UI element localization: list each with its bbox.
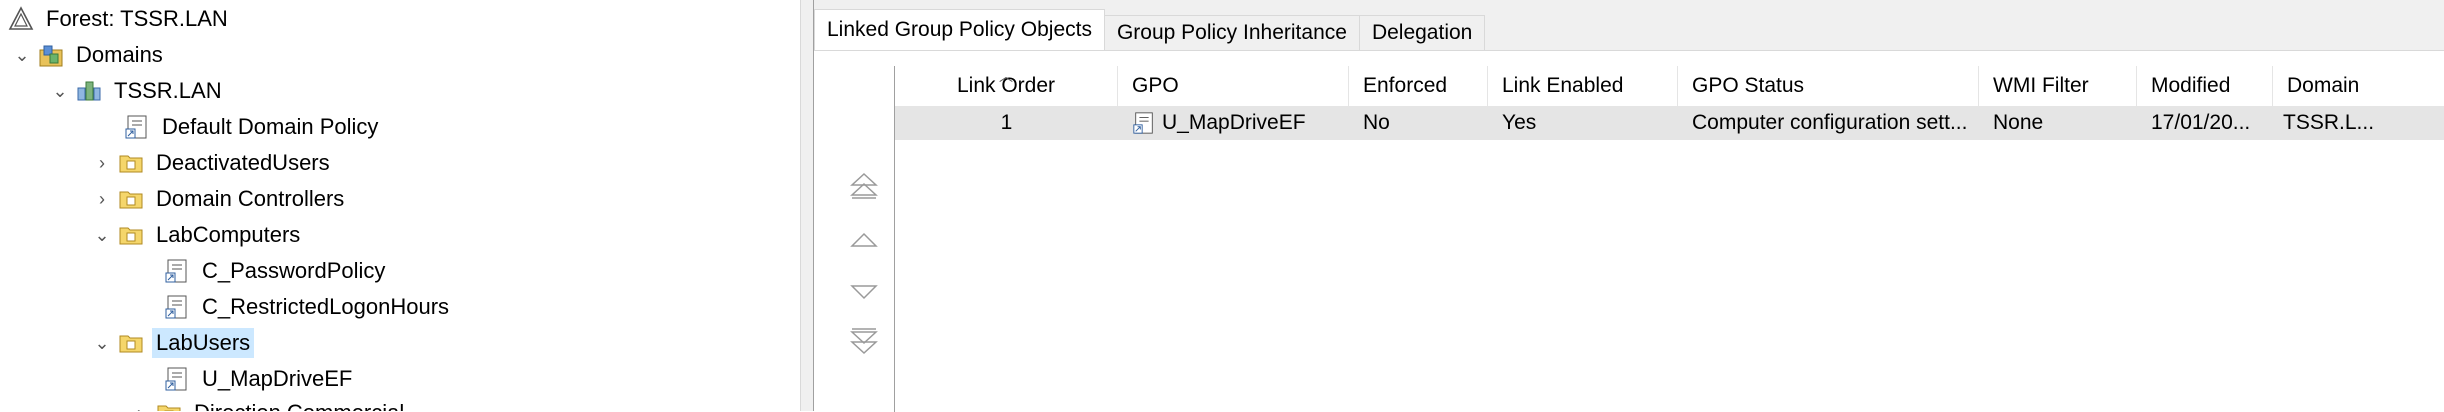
- tree-node-direction-commercial[interactable]: › Direction Commercial: [130, 396, 408, 411]
- move-to-top-button[interactable]: [844, 166, 884, 206]
- col-gpo[interactable]: GPO: [1118, 66, 1349, 106]
- cell-link-order: 1: [1000, 111, 1013, 134]
- tree-node-lab-computers[interactable]: ⌄ LabComputers: [92, 218, 304, 252]
- cell-modified: 17/01/20...: [2151, 111, 2251, 134]
- col-gpo-status[interactable]: GPO Status: [1678, 66, 1979, 106]
- ou-folder-icon: [157, 405, 181, 411]
- col-domain[interactable]: Domain: [2273, 66, 2444, 106]
- tab-gpo-inheritance[interactable]: Group Policy Inheritance: [1103, 15, 1360, 50]
- tree-label-lab-computers: LabComputers: [156, 222, 301, 247]
- ou-folder-icon: [119, 335, 143, 353]
- tree-label-deactivated-users: DeactivatedUsers: [156, 150, 330, 175]
- pane-splitter[interactable]: [800, 0, 814, 411]
- gpo-link-icon: [165, 259, 187, 283]
- cell-domain: TSSR.L...: [2283, 111, 2375, 134]
- console-tree: Forest: TSSR.LAN ⌄ Domains ⌄ TSSR.LAN De…: [0, 0, 800, 411]
- chevron-down-icon[interactable]: ⌄: [12, 38, 32, 72]
- tree-node-forest[interactable]: Forest: TSSR.LAN: [8, 2, 232, 36]
- cell-wmi-filter: None: [1993, 111, 2044, 134]
- domain-icon: [77, 81, 101, 101]
- move-top-icon: [850, 172, 878, 199]
- col-link-order[interactable]: ︿ Link Order: [895, 66, 1118, 106]
- tree-label-domain: TSSR.LAN: [114, 78, 222, 103]
- tab-delegation[interactable]: Delegation: [1358, 15, 1486, 50]
- cell-gpo-name: U_MapDriveEF: [1162, 111, 1306, 134]
- details-pane: Linked Group Policy Objects Group Policy…: [814, 0, 2444, 412]
- ou-folder-icon: [119, 191, 143, 209]
- table-row[interactable]: 1 U_MapDriveEF No Yes Computer configura…: [895, 106, 2444, 140]
- move-up-button[interactable]: [844, 221, 884, 261]
- cell-link-enabled: Yes: [1502, 111, 1537, 134]
- move-to-bottom-button[interactable]: [844, 321, 884, 361]
- chevron-right-icon[interactable]: ›: [92, 146, 112, 180]
- chevron-down-icon[interactable]: ⌄: [92, 326, 112, 360]
- tree-label-c-restricted-logon-hours: C_RestrictedLogonHours: [202, 294, 450, 319]
- tree-node-c-restricted-logon-hours[interactable]: C_RestrictedLogonHours: [164, 290, 453, 324]
- tree-label-u-mapdrive-ef: U_MapDriveEF: [202, 366, 353, 391]
- move-up-icon: [850, 232, 878, 247]
- tree-label-forest: Forest: TSSR.LAN: [46, 6, 228, 31]
- chevron-down-icon[interactable]: ⌄: [50, 74, 70, 108]
- cell-enforced: No: [1363, 111, 1390, 134]
- linked-gpo-table: ︿ Link Order GPO Enforced Link Enabled G…: [894, 66, 2444, 412]
- tree-node-c-password-policy[interactable]: C_PasswordPolicy: [164, 254, 389, 288]
- tree-node-domain-controllers[interactable]: › Domain Controllers: [92, 182, 348, 216]
- cell-gpo-status: Computer configuration sett...: [1692, 111, 1968, 134]
- tab-linked-gpo[interactable]: Linked Group Policy Objects: [814, 9, 1105, 50]
- tree-node-default-domain-policy[interactable]: Default Domain Policy: [124, 110, 382, 144]
- chevron-right-icon[interactable]: ›: [92, 182, 112, 216]
- table-header: ︿ Link Order GPO Enforced Link Enabled G…: [895, 66, 2444, 107]
- tree-node-deactivated-users[interactable]: › DeactivatedUsers: [92, 146, 334, 180]
- tree-label-direction-commercial: Direction Commercial: [190, 398, 408, 411]
- tree-label-c-password-policy: C_PasswordPolicy: [202, 258, 386, 283]
- col-modified[interactable]: Modified: [2137, 66, 2273, 106]
- move-bottom-icon: [850, 328, 878, 355]
- tree-node-domain[interactable]: ⌄ TSSR.LAN: [50, 74, 226, 108]
- ou-folder-icon: [119, 227, 143, 245]
- tree-label-domain-controllers: Domain Controllers: [156, 186, 345, 211]
- col-enforced[interactable]: Enforced: [1349, 66, 1488, 106]
- gpo-link-icon: [165, 367, 187, 391]
- gpo-link-icon: [125, 115, 147, 139]
- move-down-icon: [850, 285, 878, 300]
- gpo-link-icon: [1133, 112, 1153, 134]
- chevron-right-icon[interactable]: ›: [130, 396, 150, 412]
- col-wmi-filter[interactable]: WMI Filter: [1979, 66, 2137, 106]
- tree-label-lab-users: LabUsers: [152, 328, 255, 358]
- tree-node-domains[interactable]: ⌄ Domains: [12, 38, 167, 72]
- cell-gpo: U_MapDriveEF: [1118, 106, 1349, 140]
- tab-strip: Linked Group Policy Objects Group Policy…: [814, 9, 1486, 50]
- tree-node-lab-users[interactable]: ⌄ LabUsers: [92, 326, 255, 360]
- col-link-enabled[interactable]: Link Enabled: [1488, 66, 1678, 106]
- gpo-link-icon: [165, 295, 187, 319]
- tree-node-u-mapdrive-ef[interactable]: U_MapDriveEF: [164, 362, 356, 396]
- tab-panel: ︿ Link Order GPO Enforced Link Enabled G…: [814, 50, 2444, 412]
- ou-folder-icon: [119, 155, 143, 173]
- move-down-button[interactable]: [844, 271, 884, 311]
- forest-icon: [8, 6, 34, 30]
- tree-label-default-domain-policy: Default Domain Policy: [162, 114, 379, 139]
- chevron-down-icon[interactable]: ⌄: [92, 218, 112, 252]
- domains-icon: [39, 45, 63, 67]
- sort-ascending-icon: ︿: [999, 68, 1013, 84]
- tree-label-domains: Domains: [76, 42, 163, 67]
